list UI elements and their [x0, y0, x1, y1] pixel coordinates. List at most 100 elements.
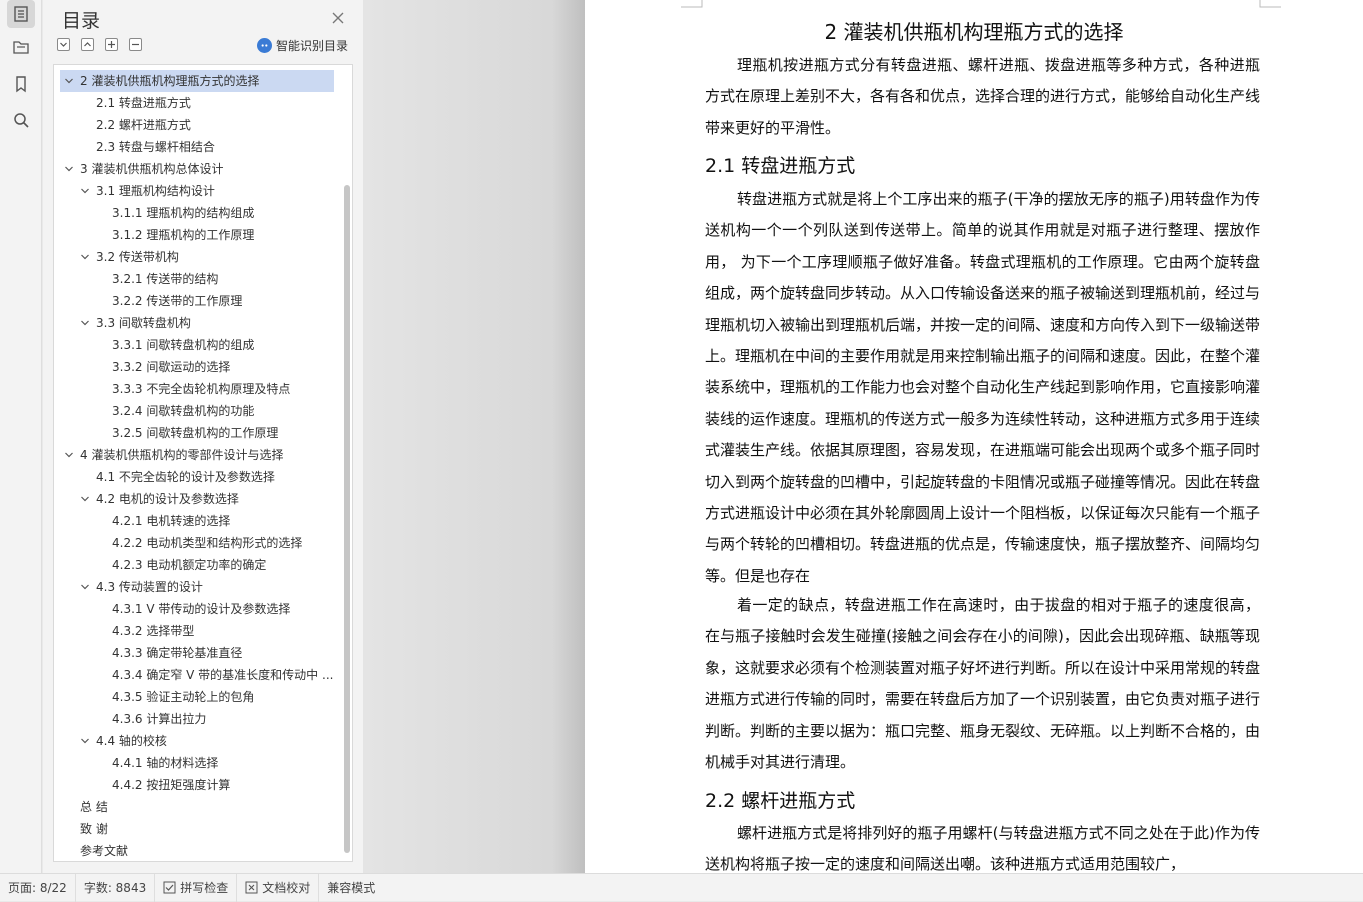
toc-item-label: 3.2.4 间歇转盘机构的功能: [112, 404, 255, 418]
toc-item-label: 2.1 转盘进瓶方式: [96, 96, 191, 110]
chevron-down-icon[interactable]: [80, 186, 90, 196]
toc-item[interactable]: 4.2 电机的设计及参数选择: [54, 488, 344, 510]
status-bar: 页面: 8/22 字数: 8843 拼写检查 文档校对 兼容模式: [0, 873, 1363, 902]
toc-item[interactable]: 参考文献: [54, 840, 344, 862]
toc-item-label: 3.1.2 理瓶机构的工作原理: [112, 228, 255, 242]
toc-item[interactable]: 2.2 螺杆进瓶方式: [54, 114, 344, 136]
word-count[interactable]: 字数: 8843: [76, 873, 156, 902]
paragraph-2-1-a: 转盘进瓶方式就是将上个工序出来的瓶子(干净的摆放无序的瓶子)用转盘作为传送机构一…: [705, 190, 1261, 585]
chevron-down-icon[interactable]: [64, 76, 74, 86]
chevron-down-icon[interactable]: [80, 736, 90, 746]
close-icon[interactable]: [330, 10, 346, 26]
chevron-down-icon[interactable]: [80, 494, 90, 504]
smart-recognize-toc-button[interactable]: 智能识别目录: [257, 36, 348, 54]
toc-item-label: 3 灌装机供瓶机构总体设计: [80, 162, 224, 176]
toc-item[interactable]: 4.3.5 验证主动轮上的包角: [54, 686, 344, 708]
page-indicator-text: 页面: 8/22: [8, 881, 67, 895]
toc-item[interactable]: 4.4 轴的校核: [54, 730, 344, 752]
toc-item[interactable]: 3.1.2 理瓶机构的工作原理: [54, 224, 344, 246]
spell-check-label: 拼写检查: [180, 881, 229, 895]
spell-check-button[interactable]: 拼写检查: [155, 873, 238, 902]
toc-item[interactable]: 3.2.5 间歇转盘机构的工作原理: [54, 422, 344, 444]
document-page[interactable]: 2 灌装机供瓶机构理瓶方式的选择 理瓶机按进瓶方式分有转盘进瓶、螺杆进瓶、拨盘进…: [585, 0, 1363, 873]
bookmark-icon[interactable]: [7, 70, 35, 98]
remove-heading-icon[interactable]: [129, 38, 142, 51]
toc-list-box: 2 灌装机供瓶机构理瓶方式的选择 2.1 转盘进瓶方式 2.2 螺杆进瓶方式 2.3 …: [53, 64, 353, 862]
toc-icon[interactable]: [7, 0, 35, 28]
toc-item[interactable]: 4.3.4 确定窄 V 带的基准长度和传动中 ...: [54, 664, 344, 686]
toc-item[interactable]: 致 谢: [54, 818, 344, 840]
toc-item-label: 4.3.5 验证主动轮上的包角: [112, 690, 255, 704]
toc-item[interactable]: 总 结: [54, 796, 344, 818]
toc-item[interactable]: 3.3 间歇转盘机构: [54, 312, 344, 334]
toc-item[interactable]: 3.2.1 传送带的结构: [54, 268, 344, 290]
toc-item-label: 2.2 螺杆进瓶方式: [96, 118, 191, 132]
toc-item-label: 3.1 理瓶机构结构设计: [96, 184, 215, 198]
toc-item-label: 3.3.1 间歇转盘机构的组成: [112, 338, 255, 352]
toc-item[interactable]: 4.2.2 电动机类型和结构形式的选择: [54, 532, 344, 554]
toc-item[interactable]: 2.1 转盘进瓶方式: [54, 92, 344, 114]
chevron-down-icon[interactable]: [64, 164, 74, 174]
proofread-icon: [245, 881, 258, 894]
toc-item-label: 4.2 电机的设计及参数选择: [96, 492, 239, 506]
toc-item[interactable]: 3.1 理瓶机构结构设计: [54, 180, 344, 202]
toc-item[interactable]: 3.2 传送带机构: [54, 246, 344, 268]
toc-scrollbar[interactable]: [344, 185, 350, 853]
chevron-down-icon[interactable]: [80, 318, 90, 328]
toc-item-label: 致 谢: [80, 822, 108, 836]
toc-item-label: 4.3.2 选择带型: [112, 624, 195, 638]
toc-item[interactable]: 4.3.2 选择带型: [54, 620, 344, 642]
toc-item-label: 3.1.1 理瓶机构的结构组成: [112, 206, 255, 220]
chevron-down-icon[interactable]: [64, 450, 74, 460]
toc-item[interactable]: 3.3.1 间歇转盘机构的组成: [54, 334, 344, 356]
proofread-label: 文档校对: [262, 881, 311, 895]
proofread-button[interactable]: 文档校对: [237, 873, 320, 902]
toc-item[interactable]: 4.4.1 轴的材料选择: [54, 752, 344, 774]
toc-item[interactable]: 4.3 传动装置的设计: [54, 576, 344, 598]
toc-item[interactable]: 3.3.3 不完全齿轮机构原理及特点: [54, 378, 344, 400]
toc-item-label: 3.2.5 间歇转盘机构的工作原理: [112, 426, 279, 440]
toc-item[interactable]: 3.1.1 理瓶机构的结构组成: [54, 202, 344, 224]
add-heading-icon[interactable]: [105, 38, 118, 51]
toc-item[interactable]: 3.3.2 间歇运动的选择: [54, 356, 344, 378]
toc-item[interactable]: 4.3.6 计算出拉力: [54, 708, 344, 730]
toc-item[interactable]: 4.3.3 确定带轮基准直径: [54, 642, 344, 664]
compat-mode-text: 兼容模式: [327, 881, 376, 895]
toc-item[interactable]: 4 灌装机供瓶机构的零部件设计与选择: [54, 444, 344, 466]
page-corner-mark: [1259, 0, 1281, 8]
collapse-all-icon[interactable]: [57, 38, 70, 51]
toc-item-label: 4.2.2 电动机类型和结构形式的选择: [112, 536, 303, 550]
toc-item[interactable]: 3.2.2 传送带的工作原理: [54, 290, 344, 312]
toc-item-label: 4.3.1 V 带传动的设计及参数选择: [112, 602, 291, 616]
toc-item-label: 4.3 传动装置的设计: [96, 580, 203, 594]
toc-item[interactable]: 4.3.1 V 带传动的设计及参数选择: [54, 598, 344, 620]
toc-item-label: 2.3 转盘与螺杆相结合: [96, 140, 215, 154]
chevron-down-icon[interactable]: [80, 252, 90, 262]
toc-item[interactable]: 4.2.1 电机转速的选择: [54, 510, 344, 532]
folder-tree-icon[interactable]: [7, 33, 35, 61]
toc-item-label: 3.3 间歇转盘机构: [96, 316, 191, 330]
toc-item[interactable]: 3.2.4 间歇转盘机构的功能: [54, 400, 344, 422]
toc-panel: 目录 智能识别目录 2 灌装机供瓶机构理瓶方式的选择 2.1 转盘进瓶方式 2.2 …: [43, 0, 363, 873]
word-count-text: 字数: 8843: [83, 881, 147, 895]
toc-item-label: 4.3.6 计算出拉力: [112, 712, 207, 726]
toc-item-label: 4 灌装机供瓶机构的零部件设计与选择: [80, 448, 284, 462]
spell-check-icon: [163, 881, 176, 894]
search-icon[interactable]: [7, 106, 35, 134]
toc-item[interactable]: 2 灌装机供瓶机构理瓶方式的选择: [60, 70, 334, 92]
section-heading-2-2: 2.2 螺杆进瓶方式: [705, 790, 856, 812]
toc-item[interactable]: 4.1 不完全齿轮的设计及参数选择: [54, 466, 344, 488]
toc-item-label: 4.3.3 确定带轮基准直径: [112, 646, 243, 660]
toc-item[interactable]: 2.3 转盘与螺杆相结合: [54, 136, 344, 158]
toc-item-label: 参考文献: [80, 844, 129, 858]
chevron-down-icon[interactable]: [80, 582, 90, 592]
toc-item-label: 4.3.4 确定窄 V 带的基准长度和传动中 ...: [112, 668, 334, 682]
toc-item[interactable]: 3 灌装机供瓶机构总体设计: [54, 158, 344, 180]
toc-item[interactable]: 4.4.2 按扭矩强度计算: [54, 774, 344, 796]
paragraph-2-2: 螺杆进瓶方式是将排列好的瓶子用螺杆(与转盘进瓶方式不同之处在于此)作为传送机构将…: [705, 824, 1260, 873]
toc-item[interactable]: 4.2.3 电动机额定功率的确定: [54, 554, 344, 576]
toc-item-label: 3.2 传送带机构: [96, 250, 179, 264]
expand-all-icon[interactable]: [81, 38, 94, 51]
page-indicator[interactable]: 页面: 8/22: [0, 873, 76, 902]
document-heading: 2 灌装机供瓶机构理瓶方式的选择: [824, 20, 1124, 44]
